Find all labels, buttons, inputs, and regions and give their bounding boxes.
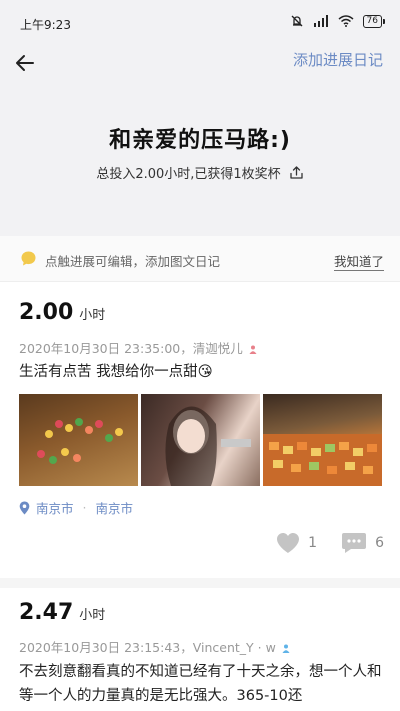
chat-bubble-icon	[21, 251, 36, 266]
location[interactable]: 南京市 · 南京市	[19, 498, 133, 517]
tip-bar: 点触进展可编辑，添加图文日记 我知道了	[0, 236, 400, 282]
battery-indicator: 76	[362, 14, 386, 28]
photo-thumbnail[interactable]	[263, 394, 382, 486]
entry-meta-text: 2020年10月30日 23:15:43，Vincent_Y · w	[19, 640, 276, 655]
progress-entry[interactable]: 2.47 小时 2020年10月30日 23:15:43，Vincent_Y · …	[0, 588, 400, 711]
back-arrow-icon[interactable]	[12, 50, 38, 76]
photo-thumbnail[interactable]	[19, 394, 138, 486]
entry-text: 生活有点苦 我想给你一点甜😘	[19, 364, 213, 380]
entry-hours: 2.47 小时	[19, 600, 105, 625]
tip-dismiss-button[interactable]: 我知道了	[333, 251, 384, 271]
photo-thumbnail[interactable]	[141, 394, 260, 486]
location-separator: ·	[82, 500, 87, 515]
location-city: 南京市	[36, 501, 74, 516]
status-time: 上午9:23	[20, 18, 71, 32]
comment-count: 6	[375, 535, 384, 551]
summary-text: 总投入2.00小时,已获得1枚奖杯	[96, 167, 281, 182]
entry-hours-value: 2.47	[19, 600, 74, 625]
photo-grid	[19, 394, 382, 486]
entry-actions: 1 6	[276, 532, 384, 554]
entry-meta: 2020年10月30日 23:35:00，清迦悦儿	[19, 338, 257, 357]
heart-icon	[277, 533, 300, 553]
entry-hours-unit: 小时	[79, 608, 106, 623]
page-title: 和亲爱的压马路:)	[109, 128, 291, 153]
entry-hours: 2.00 小时	[19, 300, 105, 325]
mute-alarm-icon	[291, 15, 303, 27]
male-user-icon	[282, 644, 290, 653]
entry-meta: 2020年10月30日 23:15:43，Vincent_Y · w	[19, 637, 290, 656]
like-button[interactable]: 1	[276, 532, 317, 554]
add-diary-button[interactable]: 添加进展日记	[293, 49, 383, 70]
entry-text: 不去刻意翻看真的不知道已经有了十天之余，想一个人和等一个人的力量真的是无比强大。…	[19, 664, 382, 704]
tip-text: 点触进展可编辑，添加图文日记	[45, 254, 221, 269]
share-icon[interactable]	[289, 165, 304, 180]
comment-button[interactable]: 6	[341, 532, 384, 554]
location-district: 南京市	[95, 501, 134, 516]
female-user-icon	[249, 345, 257, 354]
header: 添加进展日记 和亲爱的压马路:) 总投入2.00小时,已获得1枚奖杯	[0, 44, 400, 236]
entry-meta-text: 2020年10月30日 23:35:00，清迦悦儿	[19, 341, 243, 356]
summary-row: 总投入2.00小时,已获得1枚奖杯	[0, 163, 400, 182]
status-icons: 76	[290, 14, 386, 28]
entry-hours-value: 2.00	[19, 300, 74, 325]
entry-separator	[0, 578, 400, 588]
comment-icon	[342, 533, 367, 553]
like-count: 1	[308, 535, 318, 551]
progress-entry[interactable]: 2.00 小时 2020年10月30日 23:35:00，清迦悦儿 生活有点苦 我…	[0, 282, 400, 578]
wifi-icon	[338, 15, 354, 27]
status-bar: 上午9:23 76	[0, 0, 400, 44]
entry-hours-unit: 小时	[79, 308, 106, 323]
location-pin-icon	[19, 501, 30, 514]
signal-icon	[313, 15, 328, 27]
